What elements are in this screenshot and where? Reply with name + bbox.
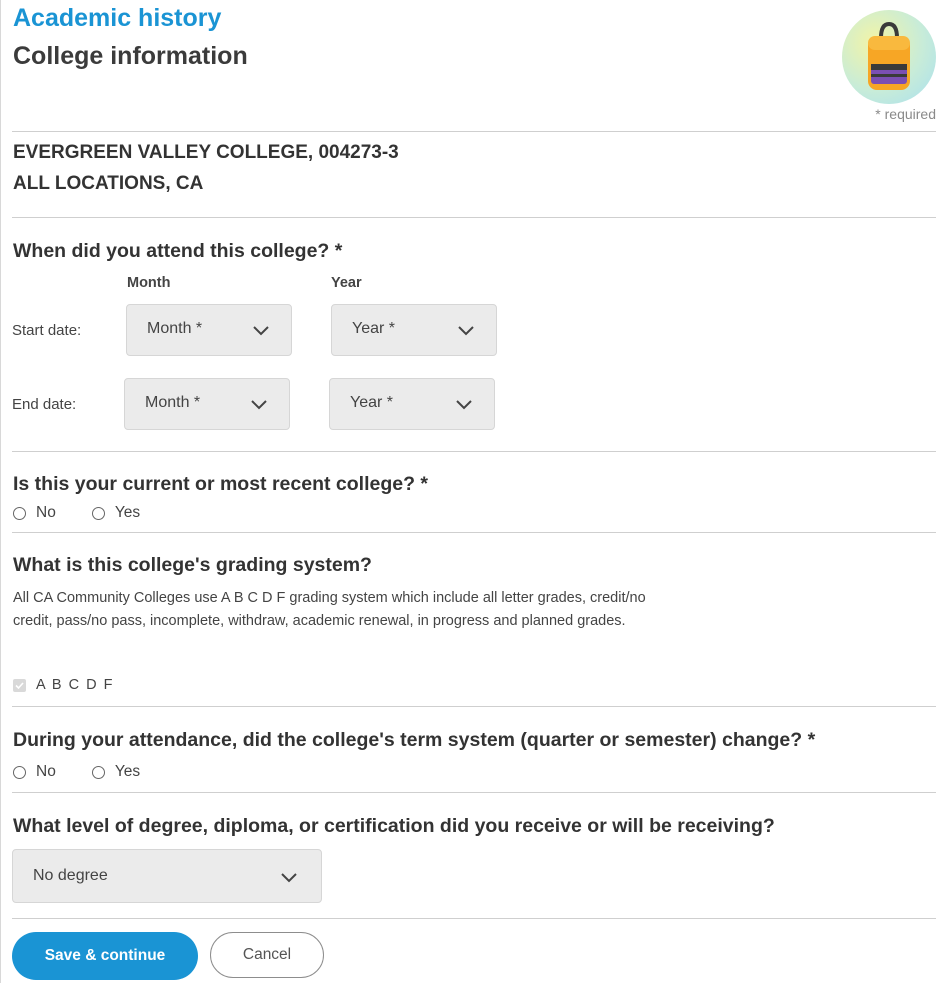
page-left-border xyxy=(0,0,1,983)
backpack-icon xyxy=(842,10,936,104)
degree-question: What level of degree, diploma, or certif… xyxy=(13,815,775,837)
save-continue-button[interactable]: Save & continue xyxy=(12,932,198,980)
current-college-option-no[interactable]: No xyxy=(13,504,56,522)
chevron-down-icon xyxy=(251,400,267,410)
radio-button[interactable] xyxy=(13,765,26,779)
term-change-option-no[interactable]: No xyxy=(13,763,56,781)
end-year-value: Year * xyxy=(350,394,393,411)
radio-label: No xyxy=(36,763,56,780)
attendance-question: When did you attend this college? * xyxy=(13,240,343,262)
current-college-question: Is this your current or most recent coll… xyxy=(13,473,429,495)
chevron-down-icon xyxy=(458,326,474,336)
divider xyxy=(12,451,936,452)
college-location: ALL LOCATIONS, CA xyxy=(13,173,204,194)
cancel-button[interactable]: Cancel xyxy=(210,932,324,978)
current-college-radio-group: No Yes xyxy=(13,504,176,522)
chevron-down-icon xyxy=(456,400,472,410)
page-title: College information xyxy=(13,42,248,70)
radio-button[interactable] xyxy=(13,506,26,520)
degree-value: No degree xyxy=(33,867,108,884)
divider xyxy=(12,131,936,132)
radio-label: Yes xyxy=(114,504,141,521)
start-year-value: Year * xyxy=(352,320,395,337)
term-change-question: During your attendance, did the college'… xyxy=(13,729,816,751)
divider xyxy=(12,792,936,793)
required-note: * required xyxy=(875,106,936,122)
chevron-down-icon xyxy=(253,326,269,336)
start-month-select[interactable]: Month * xyxy=(126,304,292,356)
start-year-select[interactable]: Year * xyxy=(331,304,497,356)
divider xyxy=(12,706,936,707)
divider xyxy=(12,918,936,919)
start-date-label: Start date: xyxy=(12,322,82,339)
divider xyxy=(12,217,936,218)
section-title: Academic history xyxy=(13,4,222,32)
grading-checkbox-row: A B C D F xyxy=(13,677,114,693)
term-change-radio-group: No Yes xyxy=(13,763,176,781)
radio-button[interactable] xyxy=(91,765,105,779)
current-college-option-yes[interactable]: Yes xyxy=(91,504,141,522)
grading-question: What is this college's grading system? xyxy=(13,554,372,576)
chevron-down-icon xyxy=(281,873,297,883)
year-column-label: Year xyxy=(331,275,362,291)
end-month-value: Month * xyxy=(145,394,201,411)
radio-label: No xyxy=(36,504,56,521)
divider xyxy=(12,532,936,533)
end-month-select[interactable]: Month * xyxy=(124,378,290,430)
month-column-label: Month xyxy=(127,275,171,291)
radio-label: Yes xyxy=(114,763,141,780)
term-change-option-yes[interactable]: Yes xyxy=(91,763,141,781)
degree-select[interactable]: No degree xyxy=(12,849,322,903)
start-month-value: Month * xyxy=(147,320,203,337)
end-date-label: End date: xyxy=(12,396,77,413)
college-name: EVERGREEN VALLEY COLLEGE, 004273-3 xyxy=(13,142,399,163)
grading-description: All CA Community Colleges use A B C D F … xyxy=(13,590,646,629)
end-year-select[interactable]: Year * xyxy=(329,378,495,430)
abcdf-checkbox[interactable] xyxy=(13,678,26,692)
radio-button[interactable] xyxy=(91,506,105,520)
checkbox-label: A B C D F xyxy=(36,677,114,693)
